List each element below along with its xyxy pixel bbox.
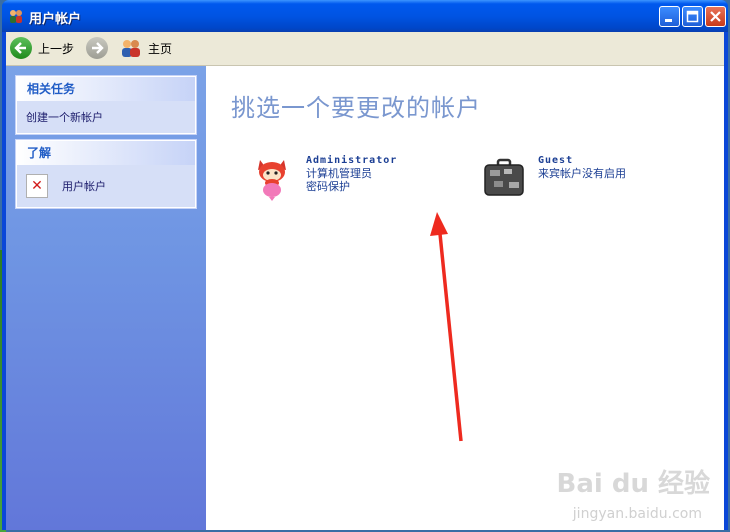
related-tasks-header: 相关任务 [17, 77, 195, 101]
close-button[interactable] [705, 6, 726, 27]
maximize-button[interactable] [682, 6, 703, 27]
learn-item-user-accounts[interactable]: ✕ 用户帐户 [17, 165, 195, 207]
learn-panel: 了解 ✕ 用户帐户 [16, 140, 196, 208]
broken-image-icon: ✕ [26, 174, 48, 198]
home-button[interactable]: 主页 [120, 36, 172, 60]
maximize-icon [686, 10, 699, 23]
related-tasks-panel: 相关任务 创建一个新帐户 [16, 76, 196, 134]
forward-button[interactable] [86, 36, 108, 60]
main-pane: 挑选一个要更改的帐户 Administrator 计算机管理员 密码保护 Gue… [206, 66, 724, 530]
minimize-icon [665, 19, 672, 22]
title-bar: 用户帐户 [2, 0, 728, 32]
close-icon [710, 11, 721, 22]
back-button[interactable]: 上一步 [10, 36, 74, 60]
minimize-button[interactable] [659, 6, 680, 27]
baidu-watermark: Bai du 经验 [556, 469, 711, 499]
users-home-icon [122, 40, 140, 57]
home-label: 主页 [148, 41, 173, 56]
user-accounts-icon [10, 10, 22, 23]
create-account-link[interactable]: 创建一个新帐户 [17, 101, 195, 133]
client-area: 相关任务 创建一个新帐户 了解 ✕ 用户帐户 挑选一个要更改的帐户 Admini… [6, 66, 724, 530]
red-annotation-arrow [430, 212, 463, 442]
forward-arrow-icon [86, 37, 108, 59]
back-arrow-icon [10, 37, 32, 59]
back-label: 上一步 [38, 41, 75, 56]
window-title: 用户帐户 [29, 12, 82, 27]
user-accounts-window: 用户帐户 上一步 主页 相关任务 创建一个新帐户 了解 ✕ 用户帐户 挑选一个要… [2, 0, 728, 530]
learn-header: 了解 [17, 141, 195, 165]
baidu-watermark-url: jingyan.baidu.com [572, 506, 702, 522]
toolbar: 上一步 主页 [6, 32, 724, 66]
learn-item-label: 用户帐户 [62, 180, 106, 193]
task-sidebar: 相关任务 创建一个新帐户 了解 ✕ 用户帐户 [6, 66, 206, 530]
